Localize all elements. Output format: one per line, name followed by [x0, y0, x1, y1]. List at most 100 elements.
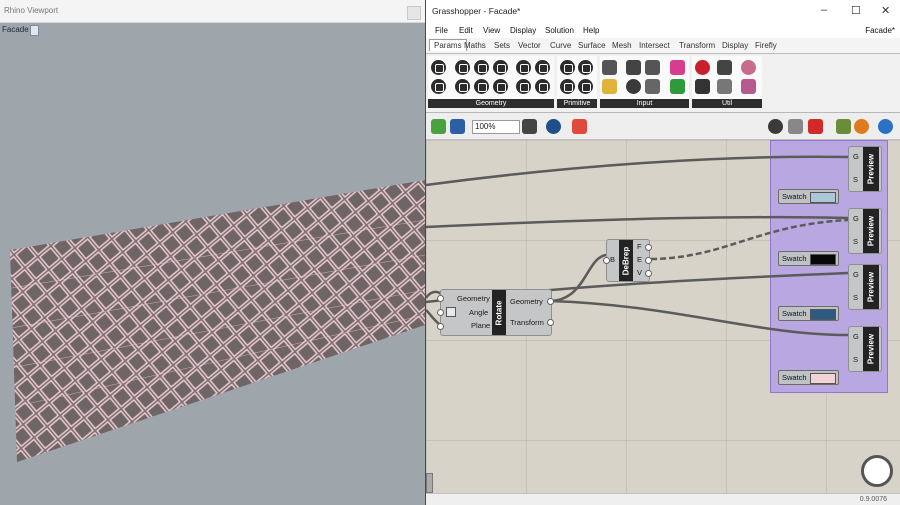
- integer-param-icon[interactable]: [560, 79, 575, 94]
- rotate-plane-input-port[interactable]: [437, 323, 444, 330]
- vector-param-icon[interactable]: [431, 79, 446, 94]
- flask-icon[interactable]: [741, 79, 756, 94]
- wire-to-preview-2[interactable]: [426, 215, 849, 229]
- plane-param-icon[interactable]: [493, 60, 508, 75]
- swatch-4-colour[interactable]: [810, 373, 836, 384]
- value-list-icon[interactable]: [645, 79, 660, 94]
- relay-arrow-icon[interactable]: [717, 60, 732, 75]
- graph-mapper-icon[interactable]: [670, 79, 685, 94]
- slider-icon[interactable]: [645, 60, 660, 75]
- boolean-param-icon[interactable]: [560, 60, 575, 75]
- arc-param-icon[interactable]: [474, 60, 489, 75]
- debrep-input-b[interactable]: B: [610, 255, 615, 264]
- minimize-button[interactable]: –: [821, 4, 827, 16]
- swatch-2-colour[interactable]: [810, 254, 836, 265]
- sphere-icon[interactable]: [741, 60, 756, 75]
- tab-surface[interactable]: Surface: [578, 41, 606, 50]
- box-param-icon[interactable]: [493, 79, 508, 94]
- control-knob-icon[interactable]: [626, 79, 641, 94]
- toggle-icon[interactable]: [626, 60, 641, 75]
- preview-component-1[interactable]: G S Preview: [848, 146, 882, 192]
- curve-param-icon[interactable]: [455, 79, 470, 94]
- rotate-geometry-input-port[interactable]: [437, 295, 444, 302]
- save-file-icon[interactable]: [450, 119, 465, 134]
- gh-canvas[interactable]: Geometry Angle Plane Rotate Geometry Tra…: [426, 140, 900, 493]
- panel-primitive-caption[interactable]: Primitive: [557, 99, 597, 108]
- preview-2-input-g[interactable]: G: [853, 214, 859, 223]
- rotate-input-angle[interactable]: Angle: [469, 308, 488, 317]
- debrep-output-f[interactable]: F: [637, 242, 642, 251]
- menu-file[interactable]: File: [435, 26, 448, 35]
- preview-component-2[interactable]: G S Preview: [848, 208, 882, 254]
- rotate-output-geometry[interactable]: Geometry: [510, 297, 543, 306]
- rhino-viewport[interactable]: Rhino Viewport Facade: [0, 0, 425, 505]
- preview-1-input-g[interactable]: G: [853, 152, 859, 161]
- debrep-edges-output-port[interactable]: [645, 257, 652, 264]
- mesh-param-icon[interactable]: [516, 79, 531, 94]
- sketch-pen-icon[interactable]: [572, 119, 587, 134]
- swatch-component-2[interactable]: Swatch: [778, 251, 839, 266]
- rotate-input-geometry[interactable]: Geometry: [457, 294, 490, 303]
- menu-display[interactable]: Display: [510, 26, 536, 35]
- wire-to-preview-1[interactable]: [426, 155, 849, 187]
- debrep-output-e[interactable]: E: [637, 255, 642, 264]
- surface-param-icon[interactable]: [535, 60, 550, 75]
- data-recorder-icon[interactable]: [695, 79, 710, 94]
- preview-4-input-g[interactable]: G: [853, 332, 859, 341]
- rotate-geometry-output-port[interactable]: [547, 298, 554, 305]
- swatch-component-4[interactable]: Swatch: [778, 370, 839, 385]
- preview-component-4[interactable]: G S Preview: [848, 326, 882, 372]
- cherry-picker-icon[interactable]: [695, 60, 710, 75]
- rotate-angle-input-port[interactable]: [437, 309, 444, 316]
- preview-colour-icon[interactable]: [854, 119, 869, 134]
- wireframe-icon[interactable]: [788, 119, 803, 134]
- menu-help[interactable]: Help: [583, 26, 599, 35]
- swatch-3-colour[interactable]: [810, 309, 836, 320]
- shaded-preview-icon[interactable]: [808, 119, 823, 134]
- menu-view[interactable]: View: [483, 26, 500, 35]
- debrep-component[interactable]: B DeBrep F E V: [606, 239, 650, 282]
- navigation-compass-icon[interactable]: [861, 455, 893, 487]
- preview-component-3[interactable]: G S Preview: [848, 264, 882, 310]
- debrep-vertices-output-port[interactable]: [645, 270, 652, 277]
- restore-button[interactable]: ☐: [851, 4, 861, 17]
- point-param-icon[interactable]: [431, 60, 446, 75]
- swatch-component-3[interactable]: Swatch: [778, 306, 839, 321]
- canvas-scroll-handle[interactable]: [426, 473, 433, 493]
- facade-geometry[interactable]: [0, 0, 425, 505]
- tab-display[interactable]: Display: [722, 41, 748, 50]
- preview-3-input-s[interactable]: S: [853, 293, 858, 302]
- geometry-param-icon[interactable]: [535, 79, 550, 94]
- debrep-brep-input-port[interactable]: [603, 257, 610, 264]
- button-icon[interactable]: [602, 60, 617, 75]
- rotate-input-plane[interactable]: Plane: [471, 321, 490, 330]
- debrep-faces-output-port[interactable]: [645, 244, 652, 251]
- brep-param-icon[interactable]: [516, 60, 531, 75]
- debrep-output-v[interactable]: V: [637, 268, 642, 277]
- close-button[interactable]: ✕: [881, 4, 890, 17]
- tab-transform[interactable]: Transform: [679, 41, 715, 50]
- preview-1-input-s[interactable]: S: [853, 175, 858, 184]
- preview-mode-icon[interactable]: [768, 119, 783, 134]
- tab-firefly[interactable]: Firefly: [755, 41, 777, 50]
- tab-curve[interactable]: Curve: [550, 41, 571, 50]
- rotate-output-transform[interactable]: Transform: [510, 318, 544, 327]
- bake-icon[interactable]: [836, 119, 851, 134]
- tab-intersect[interactable]: Intersect: [639, 41, 670, 50]
- menu-solution[interactable]: Solution: [545, 26, 574, 35]
- rotate-component[interactable]: Geometry Angle Plane Rotate Geometry Tra…: [440, 289, 552, 336]
- preview-3-input-g[interactable]: G: [853, 270, 859, 279]
- facade-surface[interactable]: [10, 180, 425, 462]
- panel-util-caption[interactable]: Util: [692, 99, 762, 108]
- preview-eye-icon[interactable]: [546, 119, 561, 134]
- number-param-icon[interactable]: [578, 60, 593, 75]
- panel-geometry-caption[interactable]: Geometry: [428, 99, 554, 108]
- jump-arrow-icon[interactable]: [717, 79, 732, 94]
- preview-4-input-s[interactable]: S: [853, 355, 858, 364]
- text-param-icon[interactable]: [578, 79, 593, 94]
- swatch-1-colour[interactable]: [810, 192, 836, 203]
- tab-params[interactable]: Params: [429, 39, 467, 51]
- zoom-extents-icon[interactable]: [522, 119, 537, 134]
- tab-vector[interactable]: Vector: [518, 41, 541, 50]
- globe-icon[interactable]: [878, 119, 893, 134]
